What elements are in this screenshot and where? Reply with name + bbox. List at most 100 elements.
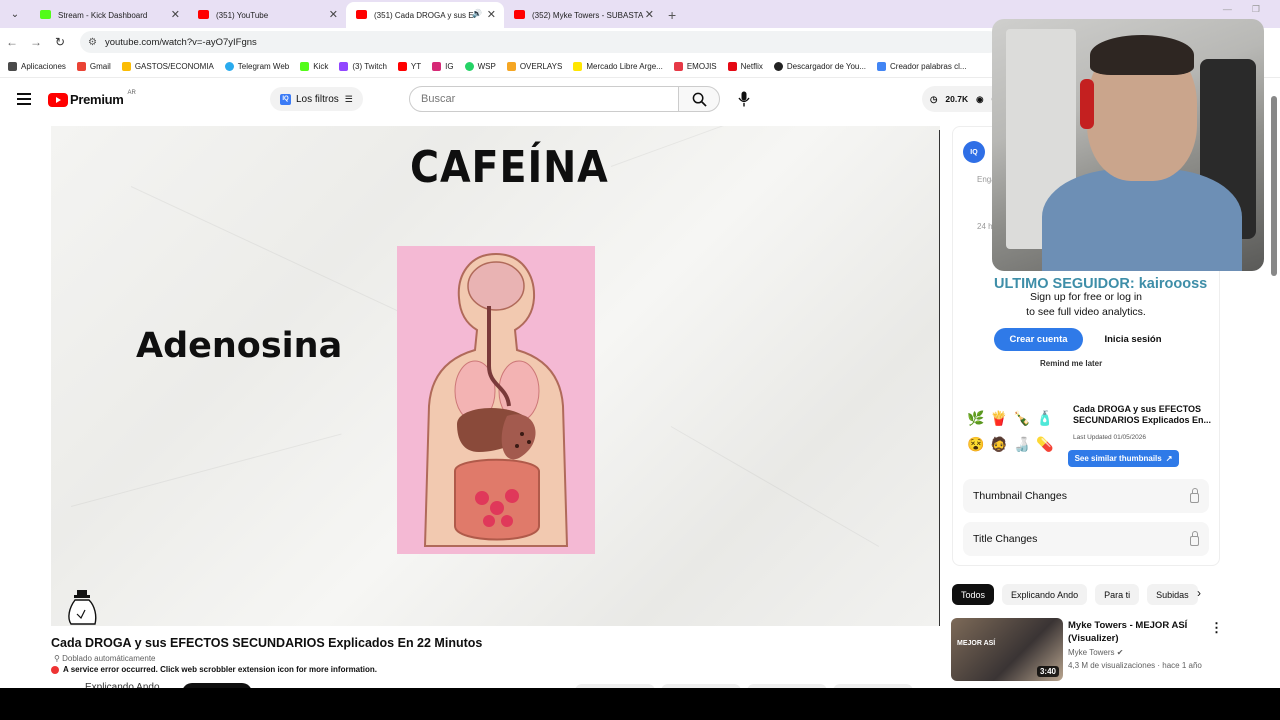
apps-grid-icon — [8, 62, 17, 71]
close-icon[interactable]: ✕ — [171, 8, 180, 21]
menu-hamburger-icon[interactable] — [17, 93, 31, 108]
leaf-icon: 🌿 — [967, 410, 985, 426]
new-tab-plus-icon[interactable]: + — [668, 2, 676, 28]
bookmark-label: Aplicaciones — [21, 62, 66, 71]
chip-para-ti[interactable]: Para ti — [1095, 584, 1140, 605]
browser-tab-video[interactable]: (351) Cada DROGA y sus EF 🔊 ✕ — [346, 2, 504, 28]
tab-search-chevron-icon[interactable]: ⌄ — [4, 3, 26, 25]
bookmark-label: Descargador de You... — [786, 62, 867, 71]
url-field[interactable]: ⚙ youtube.com/watch?v=-ayO7yIFgns — [80, 31, 1000, 53]
site-settings-icon[interactable]: ⚙ — [88, 37, 97, 48]
title-changes-row[interactable]: Title Changes — [963, 522, 1209, 556]
close-icon[interactable]: ✕ — [487, 8, 496, 21]
mercadolibre-icon — [573, 62, 583, 71]
browser-tab-kick[interactable]: Stream - Kick Dashboard ✕ — [30, 2, 188, 28]
bookmark-gastos[interactable]: GASTOS/ECONOMIA — [121, 62, 214, 71]
thumbnail-changes-row[interactable]: Thumbnail Changes — [963, 479, 1209, 513]
more-options-icon[interactable]: ⋮ — [1210, 620, 1223, 636]
youtube-premium-logo[interactable]: Premium AR — [48, 90, 136, 107]
bookmark-gmail[interactable]: Gmail — [76, 62, 111, 71]
browser-tab-myke[interactable]: (352) Myke Towers - SUBASTA ✕ — [504, 2, 662, 28]
similar-thumbnails-button[interactable]: See similar thumbnails ↗ — [1068, 450, 1179, 467]
vidiq-logo-icon: IQ — [963, 141, 985, 163]
bookmark-overlays[interactable]: OVERLAYS — [506, 62, 563, 71]
login-button[interactable]: Inicia sesión — [1092, 328, 1174, 351]
sliders-icon: ☰ — [344, 93, 353, 104]
bookmark-mercadolibre[interactable]: Mercado Libre Arge... — [573, 62, 663, 71]
chip-subidas[interactable]: Subidas — [1147, 584, 1198, 605]
browser-tab-youtube[interactable]: (351) YouTube ✕ — [188, 2, 346, 28]
telegram-icon — [224, 62, 234, 71]
bookmark-ig[interactable]: IG — [432, 62, 454, 71]
bookmark-label: YT — [410, 62, 422, 71]
external-link-icon: ↗ — [1165, 454, 1173, 463]
recommended-title[interactable]: Myke Towers - MEJOR ASÍ (Visualizer) — [1068, 619, 1198, 645]
chevron-right-icon[interactable]: › — [1197, 586, 1201, 600]
bookmark-apps[interactable]: Aplicaciones — [8, 62, 66, 71]
signup-message: Sign up for free or log in to see full vi… — [1010, 290, 1162, 320]
page-scrollbar[interactable] — [1270, 86, 1278, 684]
paper-crease — [130, 186, 404, 314]
bookmark-creador[interactable]: Creador palabras cl... — [877, 62, 967, 71]
bookmark-wsp[interactable]: WSP — [464, 62, 496, 71]
close-icon[interactable]: ✕ — [329, 8, 338, 21]
logo-text: Premium — [70, 92, 124, 107]
close-icon[interactable]: ✕ — [645, 8, 654, 21]
bookmark-label: OVERLAYS — [519, 62, 563, 71]
search-input[interactable]: Buscar — [409, 86, 679, 112]
reload-icon[interactable]: ↻ — [48, 35, 72, 49]
filters-label: Los filtros — [296, 93, 339, 105]
video-word-adenosina: Adenosina — [136, 326, 343, 366]
recommended-channel[interactable]: Myke Towers ✔ — [1068, 648, 1123, 657]
dubbed-notice: ⚲ Doblado automáticamente — [54, 654, 155, 663]
anatomy-illustration — [397, 246, 595, 554]
forward-arrow-icon[interactable]: → — [24, 35, 48, 49]
voice-search-button[interactable] — [730, 86, 758, 112]
youtube-icon — [514, 10, 525, 19]
bookmark-label: GASTOS/ECONOMIA — [134, 62, 214, 71]
lock-icon — [1190, 530, 1199, 546]
chip-explicando-ando[interactable]: Explicando Ando — [1002, 584, 1088, 605]
eye-icon: ◉ — [976, 93, 984, 104]
search-button[interactable] — [678, 86, 720, 112]
last-updated-label: Last Updated 01/05/2026 — [1073, 434, 1147, 441]
gmail-icon — [76, 62, 86, 71]
bookmark-kick[interactable]: Kick — [300, 62, 328, 71]
bookmark-descargador[interactable]: Descargador de You... — [773, 62, 867, 71]
youtube-play-icon — [48, 92, 68, 107]
dubbed-label: Doblado automáticamente — [62, 654, 156, 663]
create-account-button[interactable]: Crear cuenta — [994, 328, 1083, 351]
error-text: A service error occurred. Click web scro… — [63, 665, 378, 674]
recommended-thumbnail[interactable]: MEJOR ASÍ 3:40 — [951, 618, 1063, 681]
video-player[interactable]: CAFEÍNA Adenosina — [51, 126, 940, 626]
thumbnail-video-title: Cada DROGA y sus EFECTOS SECUNDARIOS Exp… — [1073, 404, 1212, 425]
search-icon — [692, 92, 707, 107]
paper-crease — [610, 126, 856, 167]
bookmark-yt[interactable]: YT — [397, 62, 422, 71]
pills-icon: 💊 — [1036, 435, 1054, 452]
youtube-icon — [198, 10, 209, 19]
creator-icon — [877, 62, 887, 71]
channel-label: Myke Towers — [1068, 648, 1115, 657]
bookmark-telegram[interactable]: Telegram Web — [224, 62, 289, 71]
headset-icon — [1080, 79, 1094, 129]
remind-later-link[interactable]: Remind me later — [1040, 359, 1102, 368]
person-icon: 🧔 — [990, 435, 1008, 452]
lock-icon — [1190, 487, 1199, 503]
chip-todos[interactable]: Todos — [952, 584, 995, 605]
kick-icon — [300, 62, 310, 71]
youtube-icon — [356, 10, 367, 19]
restore-icon[interactable]: ❐ — [1252, 4, 1260, 15]
stick-figure-icon — [65, 588, 101, 626]
bookmark-twitch[interactable]: (3) Twitch — [339, 62, 387, 71]
back-arrow-icon[interactable]: ← — [0, 35, 24, 49]
speaker-icon[interactable]: 🔊 — [472, 9, 482, 18]
scrollbar-thumb[interactable] — [1271, 96, 1277, 276]
bookmark-label: Netflix — [740, 62, 763, 71]
bookmark-emojis[interactable]: EMOJIS — [673, 62, 717, 71]
scrobbler-error: A service error occurred. Click web scro… — [51, 665, 377, 674]
bookmark-netflix[interactable]: Netflix — [727, 62, 763, 71]
minimize-icon[interactable]: — — [1223, 4, 1232, 15]
filters-button[interactable]: IQ Los filtros ☰ — [270, 87, 363, 111]
instagram-icon — [432, 62, 442, 71]
